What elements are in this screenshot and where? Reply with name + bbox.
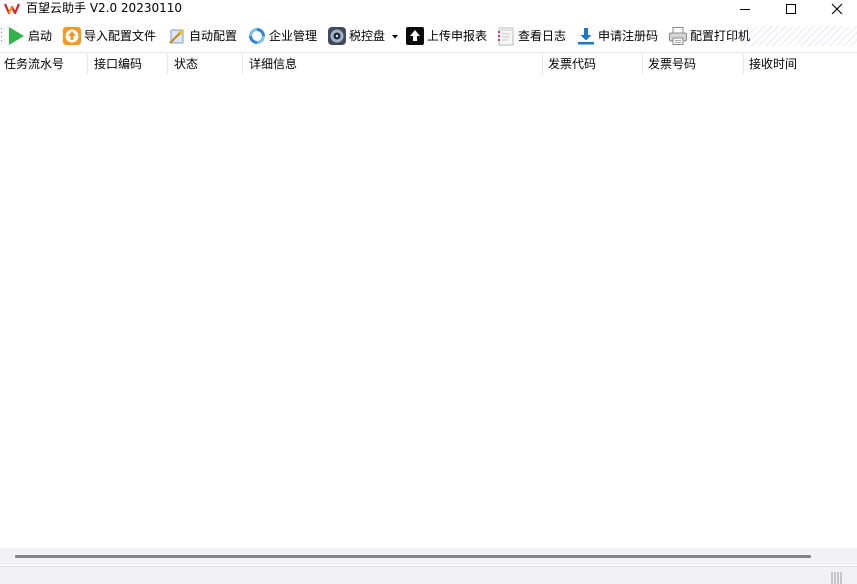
column-header-invoice-code[interactable]: 发票代码 xyxy=(544,52,643,76)
printer-icon xyxy=(669,27,687,45)
import-config-button[interactable]: 导入配置文件 xyxy=(62,22,156,50)
view-log-label: 查看日志 xyxy=(518,29,567,43)
upload-declaration-button[interactable]: 上传申报表 xyxy=(405,22,487,50)
minimize-button[interactable] xyxy=(722,0,768,17)
app-logo-icon xyxy=(4,3,20,15)
window-title: 百望云助手 V2.0 20230110 xyxy=(26,1,183,15)
refresh-manage-icon xyxy=(249,28,265,44)
toolbar-grip-icon[interactable] xyxy=(0,26,3,46)
maximize-button[interactable] xyxy=(768,0,814,17)
upload-declaration-label: 上传申报表 xyxy=(427,29,488,43)
request-reg-code-label: 申请注册码 xyxy=(598,29,659,43)
enterprise-manage-label: 企业管理 xyxy=(269,29,318,43)
column-header-status[interactable]: 状态 xyxy=(170,52,243,76)
start-label: 启动 xyxy=(28,29,53,43)
task-table-body[interactable] xyxy=(0,76,857,548)
column-header-interface-code[interactable]: 接口编码 xyxy=(90,52,168,76)
auto-config-label: 自动配置 xyxy=(189,29,238,43)
tax-disk-dropdown-button[interactable]: 税控盘 xyxy=(327,22,400,50)
horizontal-scrollbar-thumb[interactable] xyxy=(15,555,811,558)
close-button[interactable] xyxy=(814,0,857,17)
enterprise-manage-button[interactable]: 企业管理 xyxy=(247,22,317,50)
app-window: 百望云助手 V2.0 20230110 启动 导入配置文件 自动配置 企业管理 … xyxy=(0,0,857,584)
column-divider[interactable] xyxy=(167,54,168,74)
column-divider[interactable] xyxy=(743,54,744,74)
column-divider[interactable] xyxy=(87,54,88,74)
chevron-down-icon xyxy=(392,35,399,39)
minimize-icon xyxy=(740,8,750,10)
column-header-task-serial[interactable]: 任务流水号 xyxy=(0,52,88,76)
column-divider[interactable] xyxy=(242,54,243,74)
download-arrow-icon xyxy=(578,28,594,45)
resize-grip-icon[interactable] xyxy=(830,570,844,584)
close-icon xyxy=(831,3,843,14)
maximize-icon xyxy=(786,3,796,14)
toolbar-overflow-area xyxy=(742,26,857,46)
column-header-received-time[interactable]: 接收时间 xyxy=(745,52,845,76)
import-config-label: 导入配置文件 xyxy=(84,29,157,43)
configure-printer-button[interactable]: 配置打印机 xyxy=(668,22,750,50)
status-bar xyxy=(0,566,857,584)
upload-arrow-icon xyxy=(406,27,424,45)
auto-config-wand-icon xyxy=(169,28,185,44)
import-upload-icon xyxy=(63,27,81,45)
column-divider[interactable] xyxy=(642,54,643,74)
tax-disk-label: 税控盘 xyxy=(349,29,386,43)
column-divider[interactable] xyxy=(542,54,543,74)
auto-config-button[interactable]: 自动配置 xyxy=(167,22,237,50)
column-header-details[interactable]: 详细信息 xyxy=(245,52,543,76)
view-log-button[interactable]: 查看日志 xyxy=(496,22,566,50)
configure-printer-label: 配置打印机 xyxy=(690,29,751,43)
request-reg-code-button[interactable]: 申请注册码 xyxy=(576,22,658,50)
log-notepad-icon xyxy=(498,27,514,46)
play-icon xyxy=(9,27,24,45)
column-header-invoice-number[interactable]: 发票号码 xyxy=(644,52,744,76)
tax-disk-icon xyxy=(328,27,346,45)
start-button[interactable]: 启动 xyxy=(6,22,52,50)
